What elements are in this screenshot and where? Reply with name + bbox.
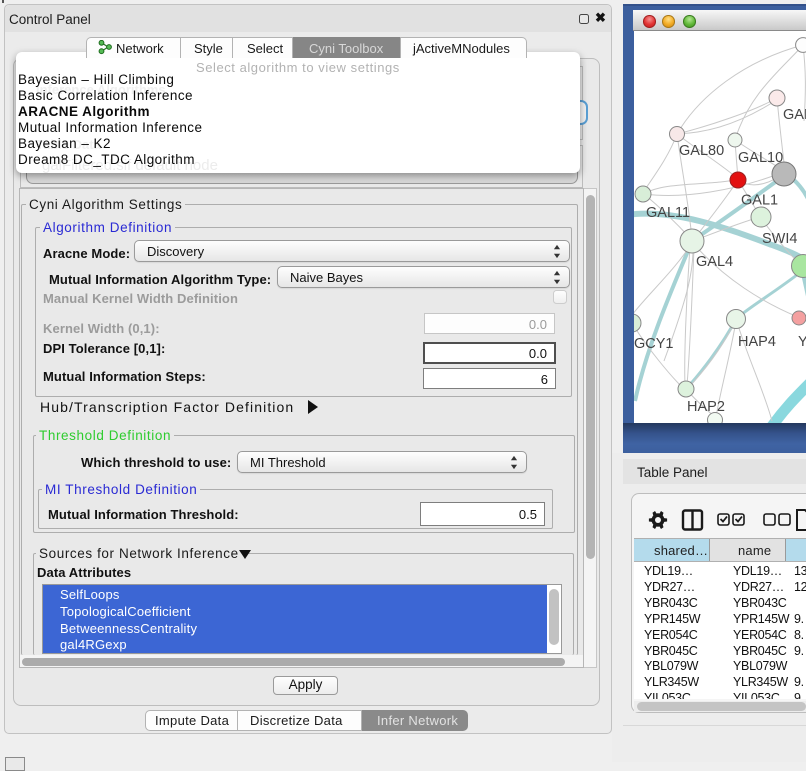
svg-text:GCY1: GCY1 xyxy=(634,336,674,352)
svg-text:Y: Y xyxy=(798,334,806,350)
svg-text:GAL10: GAL10 xyxy=(738,150,783,166)
svg-text:GAL11: GAL11 xyxy=(646,205,690,221)
svg-text:GAL80: GAL80 xyxy=(679,143,724,159)
svg-text:GAL1: GAL1 xyxy=(741,193,778,209)
svg-text:GAL: GAL xyxy=(783,107,806,123)
svg-text:HAP4: HAP4 xyxy=(738,334,776,350)
svg-text:HAP2: HAP2 xyxy=(687,399,725,415)
svg-text:GAL4: GAL4 xyxy=(696,254,733,270)
svg-text:SWI4: SWI4 xyxy=(762,231,797,247)
